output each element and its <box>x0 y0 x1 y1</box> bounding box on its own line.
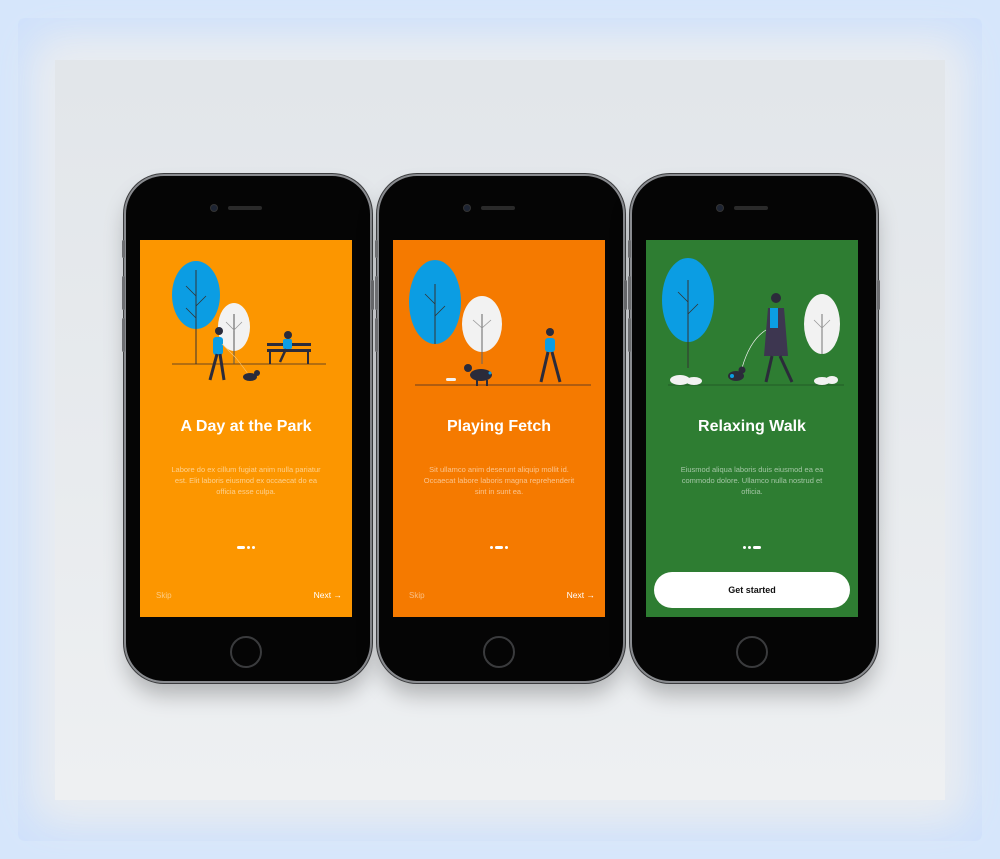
skip-button[interactable]: Skip <box>156 591 172 600</box>
screen-description: Eiusmod aliqua laboris duis eiusmod ea e… <box>680 465 824 496</box>
page-dot <box>743 546 746 549</box>
get-started-button[interactable]: Get started <box>654 572 850 608</box>
home-button <box>230 636 262 668</box>
page-indicator <box>646 546 858 550</box>
screen-description: Sit ullamco anim deserunt aliquip mollit… <box>423 465 575 496</box>
page-dot <box>252 546 255 549</box>
phone-mockup-2: Playing Fetch Sit ullamco anim deserunt … <box>375 176 627 681</box>
phone-mockup-1: A Day at the Park Labore do ex cillum fu… <box>122 176 374 681</box>
earpiece-speaker <box>481 206 515 210</box>
earpiece-speaker <box>734 206 768 210</box>
page-dot-active <box>753 546 761 549</box>
onboarding-screen-1: A Day at the Park Labore do ex cillum fu… <box>140 240 352 617</box>
park-illustration <box>172 261 326 381</box>
earpiece-speaker <box>228 206 262 210</box>
page-dot <box>505 546 508 549</box>
page-indicator <box>393 546 605 550</box>
page-dot <box>748 546 751 549</box>
next-button[interactable]: Next → <box>314 590 342 600</box>
page-dot-active <box>237 546 245 549</box>
home-button <box>483 636 515 668</box>
front-camera <box>464 205 470 211</box>
onboarding-screen-3: Relaxing Walk Eiusmod aliqua laboris dui… <box>646 240 858 617</box>
front-camera <box>211 205 217 211</box>
screen-title: Relaxing Walk <box>698 418 806 435</box>
next-button[interactable]: Next → <box>567 590 595 600</box>
skip-button[interactable]: Skip <box>409 591 425 600</box>
onboarding-screen-2: Playing Fetch Sit ullamco anim deserunt … <box>393 240 605 617</box>
page-indicator <box>140 546 352 550</box>
walk-illustration <box>662 258 844 386</box>
phone-mockup-3: Relaxing Walk Eiusmod aliqua laboris dui… <box>628 176 880 681</box>
screen-title: Playing Fetch <box>446 418 552 435</box>
page-dot-active <box>495 546 503 549</box>
front-camera <box>717 205 723 211</box>
screen-description: Labore do ex cillum fugiat anim nulla pa… <box>171 465 321 496</box>
screen-title: A Day at the Park <box>180 418 312 435</box>
page-dot <box>490 546 493 549</box>
home-button <box>736 636 768 668</box>
page-dot <box>247 546 250 549</box>
fetch-illustration <box>409 260 591 386</box>
